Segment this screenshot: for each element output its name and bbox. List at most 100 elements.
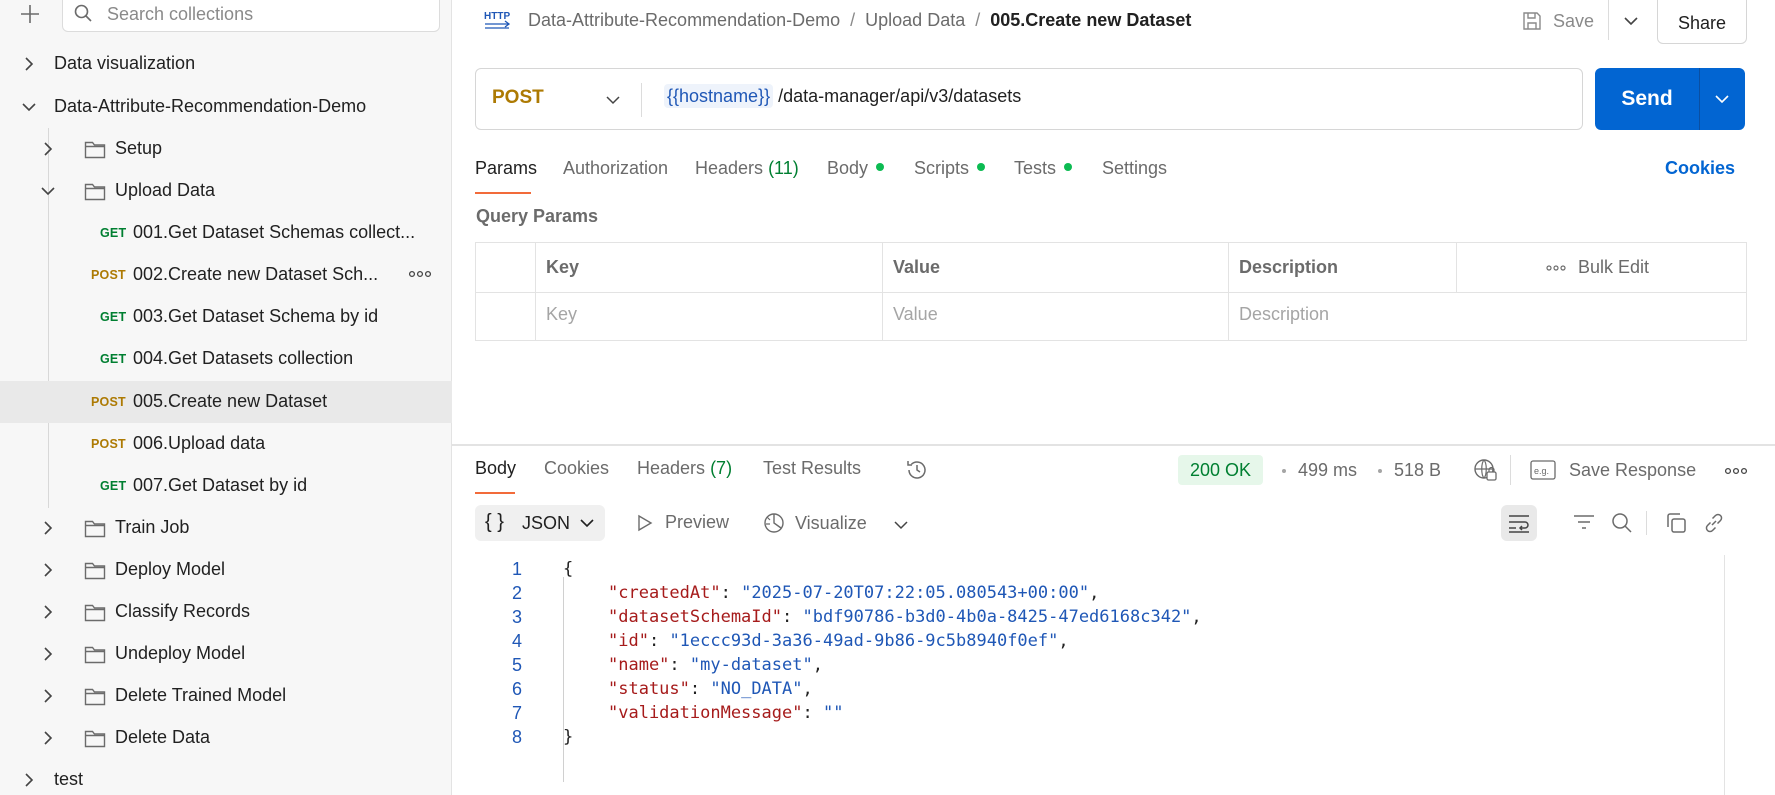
tab-headers[interactable]: Headers (11) [695, 158, 799, 179]
more-options-icon[interactable] [408, 264, 432, 284]
pane-splitter[interactable] [452, 444, 1775, 446]
tab-authorization[interactable]: Authorization [563, 158, 668, 179]
send-button[interactable]: Send [1595, 68, 1745, 130]
scrollbar[interactable] [1724, 555, 1725, 795]
tab-body[interactable]: Body [827, 158, 885, 179]
json-key: "datasetSchemaId" [608, 607, 782, 627]
column-header-key: Key [546, 257, 580, 277]
chevron-down-icon[interactable] [604, 91, 622, 109]
url-variable[interactable]: {{hostname}} [664, 84, 774, 108]
plus-icon[interactable] [18, 2, 42, 26]
save-response-button[interactable]: Save Response [1569, 460, 1696, 481]
tab-response-headers[interactable]: Headers (7) [637, 458, 732, 479]
network-globe-icon[interactable] [1472, 457, 1498, 483]
tree-folder-undeploy-model[interactable]: Undeploy Model [0, 633, 452, 675]
column-header-value: Value [893, 257, 941, 277]
folder-icon [84, 644, 106, 664]
request-item[interactable]: POST 002.Create new Dataset Sch... [0, 254, 452, 296]
indent-guide [563, 577, 564, 782]
breadcrumb-collection[interactable]: Data-Attribute-Recommendation-Demo [528, 10, 840, 30]
tab-tests[interactable]: Tests [1014, 158, 1073, 179]
tree-folder-deploy-model[interactable]: Deploy Model [0, 549, 452, 591]
share-button[interactable]: Share [1657, 0, 1747, 44]
sidebar-toolbar [0, 0, 452, 33]
method-badge: GET [100, 226, 127, 240]
url-input[interactable]: {{hostname}} /data-manager/api/v3/datase… [664, 84, 1021, 108]
tab-scripts[interactable]: Scripts [914, 158, 986, 179]
wrap-lines-button[interactable] [1501, 505, 1537, 541]
search-icon[interactable] [1610, 511, 1634, 535]
line-number: 6 [511, 679, 522, 699]
json-key: "name" [608, 655, 670, 675]
tree-item-data-visualization[interactable]: Data visualization [0, 43, 452, 85]
tree-folder-classify-records[interactable]: Classify Records [0, 591, 452, 633]
chevron-right-icon [40, 562, 56, 578]
request-label: 007.Get Dataset by id [133, 475, 308, 495]
search-input[interactable] [107, 2, 427, 26]
value-input[interactable]: Value [893, 304, 938, 325]
response-time[interactable]: 499 ms [1298, 460, 1357, 481]
chevron-down-icon[interactable] [892, 516, 910, 534]
status-badge[interactable]: 200 OK [1178, 455, 1264, 485]
folder-icon [84, 518, 106, 538]
link-icon[interactable] [1702, 511, 1726, 535]
key-input[interactable]: Key [546, 304, 577, 325]
tree-item-test[interactable]: test [0, 759, 452, 795]
breadcrumb-request[interactable]: 005.Create new Dataset [990, 10, 1191, 30]
history-icon[interactable] [904, 457, 930, 483]
request-item-selected[interactable]: POST 005.Create new Dataset [0, 381, 452, 423]
json-key: "validationMessage" [608, 703, 803, 723]
tree-item-label: Data-Attribute-Recommendation-Demo [54, 96, 367, 116]
tab-label: Headers [637, 458, 706, 478]
preview-button[interactable]: Preview [635, 512, 729, 533]
tab-test-results[interactable]: Test Results [763, 458, 861, 479]
tab-label: Body [827, 158, 869, 178]
search-collections[interactable] [62, 0, 440, 32]
json-punct: , [1191, 607, 1202, 627]
tab-params[interactable]: Params [475, 158, 537, 179]
cookies-link[interactable]: Cookies [1665, 158, 1735, 179]
request-item[interactable]: POST 006.Upload data [0, 423, 452, 465]
bulk-edit-button[interactable]: Bulk Edit [1578, 257, 1649, 278]
request-item[interactable]: GET 001.Get Dataset Schemas collect... [0, 212, 452, 254]
request-label: 003.Get Dataset Schema by id [133, 306, 379, 326]
chevron-down-icon[interactable] [1622, 12, 1640, 30]
tab-settings[interactable]: Settings [1102, 158, 1167, 179]
code-line: { [563, 559, 574, 579]
response-body[interactable]: 1 { 2 "createdAt": "2025-07-20T07:22:05.… [452, 555, 1775, 795]
format-select[interactable]: { } JSON [475, 505, 605, 541]
tree-item-label: Delete Trained Model [115, 685, 287, 705]
tree-item-collection[interactable]: Data-Attribute-Recommendation-Demo [0, 86, 452, 128]
tab-response-body[interactable]: Body [475, 458, 516, 479]
tree-folder-setup[interactable]: Setup [0, 128, 452, 170]
more-options-icon[interactable] [1724, 461, 1748, 481]
tab-response-cookies[interactable]: Cookies [544, 458, 609, 479]
more-options-icon[interactable] [1545, 259, 1567, 277]
tree-folder-delete-data[interactable]: Delete Data [0, 717, 452, 759]
breadcrumb-folder[interactable]: Upload Data [865, 10, 965, 30]
request-item[interactable]: GET 003.Get Dataset Schema by id [0, 296, 452, 338]
response-size[interactable]: 518 B [1394, 460, 1441, 481]
description-input[interactable]: Description [1239, 304, 1329, 325]
visualize-button[interactable]: Visualize [763, 512, 867, 534]
request-item[interactable]: GET 007.Get Dataset by id [0, 465, 452, 507]
method-select[interactable]: POST [492, 87, 544, 109]
tree-folder-upload-data[interactable]: Upload Data [0, 170, 452, 212]
tree-folder-train-job[interactable]: Train Job [0, 507, 452, 549]
request-tabs: Params Authorization Headers (11) Body S… [452, 150, 1775, 194]
request-item[interactable]: GET 004.Get Datasets collection [0, 338, 452, 380]
chevron-down-icon[interactable] [1713, 90, 1731, 108]
json-key: "createdAt" [608, 583, 721, 603]
save-button[interactable]: Save [1521, 6, 1594, 36]
line-number: 5 [511, 655, 522, 675]
folder-icon [84, 602, 106, 622]
headers-count: (11) [768, 158, 799, 178]
line-number: 2 [511, 583, 522, 603]
filter-icon[interactable] [1572, 511, 1596, 535]
tree-item-label: Deploy Model [115, 559, 226, 579]
tree-item-label: Classify Records [115, 601, 251, 621]
copy-icon[interactable] [1664, 511, 1688, 535]
method-badge: POST [91, 268, 126, 282]
folder-icon [84, 560, 106, 580]
tree-folder-delete-trained-model[interactable]: Delete Trained Model [0, 675, 452, 717]
